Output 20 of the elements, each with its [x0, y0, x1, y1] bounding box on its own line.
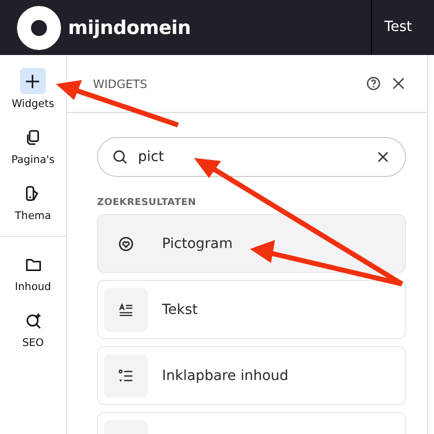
- section-heading: ZOEKRESULTATEN: [97, 197, 198, 208]
- site-name[interactable]: Test: [371, 0, 434, 55]
- panel-title: WIDGETS: [93, 76, 148, 90]
- sidebar-item[interactable]: Thema: [14, 180, 52, 222]
- logo-icon: [17, 6, 61, 50]
- sidebar-item[interactable]: Widgets: [12, 68, 54, 110]
- search-field[interactable]: pict: [97, 137, 406, 177]
- brand-name: mijndomein: [68, 16, 191, 38]
- list-icon: [117, 366, 135, 384]
- close-icon[interactable]: [390, 75, 407, 92]
- text-icon: [117, 300, 135, 318]
- search-icon: [111, 148, 129, 166]
- search-sparkle-icon: [24, 310, 42, 330]
- sidebar-item[interactable]: Pagina's: [11, 124, 55, 166]
- help-icon[interactable]: [365, 75, 382, 92]
- widget-item[interactable]: Tekst: [97, 280, 406, 339]
- widget-item[interactable]: Pictogram: [97, 214, 406, 273]
- sidebar-item[interactable]: Inhoud: [14, 251, 52, 293]
- widget-item[interactable]: Inklapbare inhoud: [97, 346, 406, 405]
- sidebar-item[interactable]: SEO: [20, 307, 46, 349]
